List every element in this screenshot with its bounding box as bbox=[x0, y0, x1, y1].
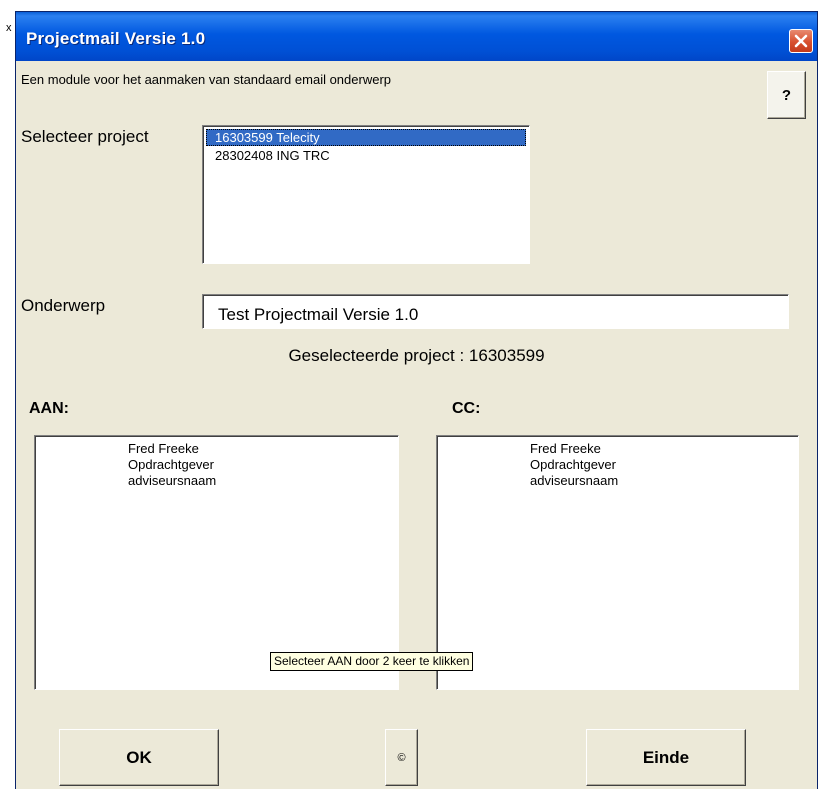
end-button[interactable]: Einde bbox=[586, 729, 746, 786]
help-button[interactable]: ? bbox=[767, 71, 806, 119]
copyright-button[interactable]: © bbox=[385, 729, 418, 786]
cc-list-item[interactable]: Opdrachtgever bbox=[530, 457, 616, 473]
cc-listbox[interactable]: Fred Freeke Opdrachtgever adviseursnaam bbox=[436, 435, 799, 690]
aan-label: AAN: bbox=[29, 400, 69, 417]
cc-list-item[interactable]: adviseursnaam bbox=[530, 473, 618, 489]
cc-label: CC: bbox=[452, 400, 481, 417]
ok-button[interactable]: OK bbox=[59, 729, 219, 786]
close-button[interactable] bbox=[789, 29, 813, 53]
project-listbox[interactable]: 16303599 Telecity 28302408 ING TRC bbox=[202, 125, 530, 264]
project-list-item[interactable]: 28302408 ING TRC bbox=[206, 147, 330, 164]
module-description: Een module voor het aanmaken van standaa… bbox=[21, 72, 392, 87]
window-edge-glyph: x bbox=[6, 22, 12, 34]
dialog-window: Projectmail Versie 1.0 Een module voor h… bbox=[15, 11, 818, 789]
title-bar[interactable]: Projectmail Versie 1.0 bbox=[16, 12, 817, 61]
window-title: Projectmail Versie 1.0 bbox=[26, 29, 206, 48]
aan-list-item[interactable]: adviseursnaam bbox=[128, 473, 216, 489]
close-x-icon bbox=[794, 34, 808, 48]
aan-list-item[interactable]: Fred Freeke bbox=[128, 441, 199, 457]
select-project-label: Selecteer project bbox=[21, 127, 149, 146]
cc-list-item[interactable]: Fred Freeke bbox=[530, 441, 601, 457]
tooltip: Selecteer AAN door 2 keer te klikken bbox=[270, 652, 474, 671]
subject-label: Onderwerp bbox=[21, 296, 106, 315]
selected-project-text: Geselecteerde project : 16303599 bbox=[288, 346, 545, 365]
aan-list-item[interactable]: Opdrachtgever bbox=[128, 457, 214, 473]
project-list-item[interactable]: 16303599 Telecity bbox=[206, 129, 526, 146]
subject-input[interactable] bbox=[202, 294, 789, 329]
